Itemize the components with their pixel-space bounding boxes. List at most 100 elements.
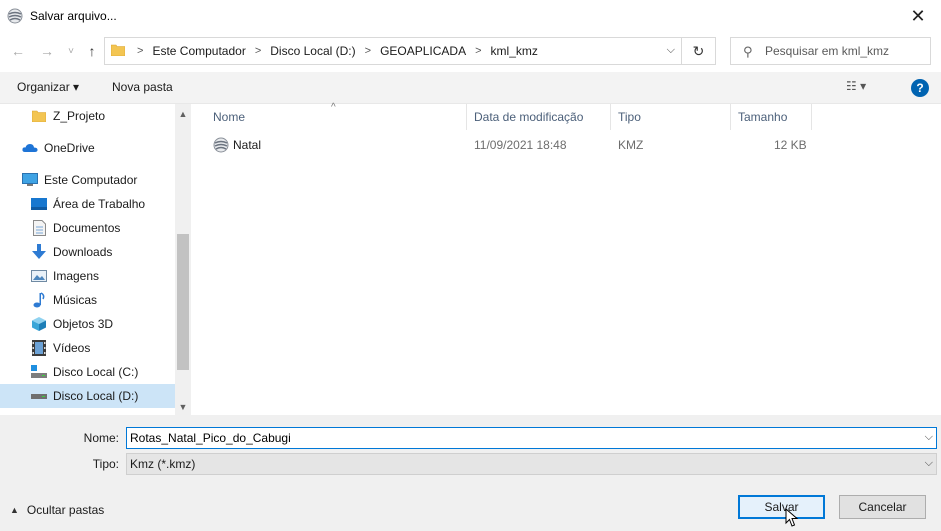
sidebar-item-imagens[interactable]: Imagens xyxy=(0,264,175,288)
help-icon[interactable]: ? xyxy=(911,79,929,97)
google-earth-icon xyxy=(7,8,23,24)
column-header-label: Nome xyxy=(213,110,246,124)
desktop-icon xyxy=(31,196,47,212)
navigation-pane: Z_Projeto OneDrive Este Computador Área … xyxy=(0,104,191,415)
title-bar: Salvar arquivo... ✕ xyxy=(0,0,941,32)
sidebar-item-downloads[interactable]: Downloads xyxy=(0,240,175,264)
save-button[interactable]: Salvar xyxy=(738,495,825,519)
scroll-up-icon[interactable]: ▲ xyxy=(175,106,191,122)
search-icon: ⚲ xyxy=(743,44,753,59)
hide-folders-label: Ocultar pastas xyxy=(26,503,105,517)
breadcrumb-disco-local-d[interactable]: Disco Local (D:) xyxy=(270,44,355,58)
breadcrumb: > Este Computador > Disco Local (D:) > G… xyxy=(133,44,538,58)
column-divider[interactable] xyxy=(610,104,611,130)
breadcrumb-geoaplicada[interactable]: GEOAPLICADA xyxy=(380,44,466,58)
search-box[interactable]: ⚲ xyxy=(730,37,931,65)
column-header-label: Data de modificação xyxy=(474,110,584,124)
sidebar-item-area-de-trabalho[interactable]: Área de Trabalho xyxy=(0,192,175,216)
column-divider[interactable] xyxy=(730,104,731,130)
sidebar-item-onedrive[interactable]: OneDrive xyxy=(0,136,175,160)
sort-ascending-icon: ^ xyxy=(331,102,336,113)
folder-icon xyxy=(111,44,125,56)
chevron-down-icon[interactable]: ⌵ xyxy=(925,431,933,444)
sidebar-item-label: Z_Projeto xyxy=(53,109,106,123)
chevron-down-icon: ˅ xyxy=(68,45,74,57)
pictures-icon xyxy=(31,268,47,284)
downloads-icon xyxy=(31,244,47,260)
column-header-label: Tipo xyxy=(618,110,641,124)
address-dropdown-icon[interactable]: ⌵ xyxy=(667,44,675,57)
file-list: ^ Nome Data de modificação Tipo Tamanho … xyxy=(191,102,941,415)
scroll-down-icon[interactable]: ▼ xyxy=(175,399,191,415)
file-name-field[interactable]: ⌵ xyxy=(126,427,937,449)
videos-icon xyxy=(31,340,47,356)
sidebar-item-videos[interactable]: Vídeos xyxy=(0,336,175,360)
sidebar-item-objetos-3d[interactable]: Objetos 3D xyxy=(0,312,175,336)
mouse-pointer-icon xyxy=(785,508,799,527)
back-arrow-icon: ← xyxy=(11,43,25,59)
column-divider[interactable] xyxy=(811,104,812,130)
sidebar-item-musicas[interactable]: Músicas xyxy=(0,288,175,312)
column-header-size[interactable]: Tamanho xyxy=(738,104,787,130)
computer-icon xyxy=(22,172,38,188)
organize-menu-button[interactable]: Organizar ▾ xyxy=(17,80,79,94)
file-row[interactable]: Natal 11/09/2021 18:48 KMZ 12 KB xyxy=(191,134,941,156)
sidebar-item-label: Este Computador xyxy=(44,173,138,187)
refresh-button[interactable]: ↻ xyxy=(681,38,715,64)
file-name-input[interactable] xyxy=(130,430,910,446)
sidebar-item-documentos[interactable]: Documentos xyxy=(0,216,175,240)
breadcrumb-este-computador[interactable]: Este Computador xyxy=(152,44,245,58)
type-label: Tipo: xyxy=(92,457,119,471)
column-header-name[interactable]: Nome xyxy=(213,104,245,130)
recent-locations-button[interactable]: ˅ xyxy=(61,41,81,61)
breadcrumb-kml-kmz[interactable]: kml_kmz xyxy=(491,44,538,58)
file-name: Natal xyxy=(233,138,262,152)
close-button[interactable]: ✕ xyxy=(895,0,941,32)
sidebar-item-disco-local-d[interactable]: Disco Local (D:) xyxy=(0,384,175,408)
hide-folders-button[interactable]: ▲ Ocultar pastas xyxy=(10,503,104,517)
sidebar-item-z-projeto[interactable]: Z_Projeto xyxy=(0,104,175,128)
documents-icon xyxy=(31,220,47,236)
sidebar-item-label: OneDrive xyxy=(44,141,95,155)
column-header-type[interactable]: Tipo xyxy=(618,104,641,130)
refresh-icon: ↻ xyxy=(692,42,705,59)
command-toolbar: Organizar ▾ Nova pasta ☷ ▾ ? xyxy=(0,72,941,104)
forward-arrow-icon: → xyxy=(40,43,54,59)
drive-d-icon xyxy=(31,388,47,404)
cancel-button[interactable]: Cancelar xyxy=(839,495,926,519)
navigation-bar: ← → ˅ ↑ > Este Computador > Disco Local … xyxy=(0,33,941,69)
drive-c-icon xyxy=(31,364,47,380)
search-input[interactable] xyxy=(765,42,925,60)
sidebar-item-label: Imagens xyxy=(53,269,100,283)
file-date: 11/09/2021 18:48 xyxy=(474,138,567,152)
kmz-file-icon xyxy=(213,137,229,153)
file-size: 12 KB xyxy=(774,138,807,152)
view-options-icon[interactable]: ☷ ▾ xyxy=(846,79,866,93)
scrollbar-thumb[interactable] xyxy=(177,234,189,370)
forward-button[interactable]: → xyxy=(37,41,57,61)
new-folder-button[interactable]: Nova pasta xyxy=(112,80,173,94)
folder-icon xyxy=(31,108,47,124)
breadcrumb-separator[interactable]: > xyxy=(475,45,481,57)
sidebar-item-label: Área de Trabalho xyxy=(53,197,146,211)
onedrive-icon xyxy=(22,140,38,156)
sidebar-item-label: Vídeos xyxy=(53,341,91,355)
name-label: Nome: xyxy=(83,431,119,445)
back-button[interactable]: ← xyxy=(8,41,28,61)
file-type-select[interactable]: Kmz (*.kmz) ⌵ xyxy=(126,453,937,475)
column-header-date[interactable]: Data de modificação xyxy=(474,104,583,130)
column-divider[interactable] xyxy=(466,104,467,130)
sidebar-item-este-computador[interactable]: Este Computador xyxy=(0,168,175,192)
up-button[interactable]: ↑ xyxy=(82,41,102,61)
sidebar-item-label: Downloads xyxy=(53,245,113,259)
sidebar-scrollbar[interactable]: ▲ ▼ xyxy=(175,104,191,415)
breadcrumb-separator[interactable]: > xyxy=(255,45,261,57)
save-form: Nome: ⌵ Tipo: Kmz (*.kmz) ⌵ ▲ Ocultar pa… xyxy=(0,415,941,531)
file-type: KMZ xyxy=(618,138,644,152)
chevron-up-icon: ▲ xyxy=(10,505,19,515)
sidebar-item-label: Disco Local (D:) xyxy=(53,389,139,403)
breadcrumb-separator[interactable]: > xyxy=(365,45,371,57)
file-type-value: Kmz (*.kmz) xyxy=(130,457,196,471)
sidebar-item-disco-local-c[interactable]: Disco Local (C:) xyxy=(0,360,175,384)
address-bar[interactable]: > Este Computador > Disco Local (D:) > G… xyxy=(104,37,716,65)
